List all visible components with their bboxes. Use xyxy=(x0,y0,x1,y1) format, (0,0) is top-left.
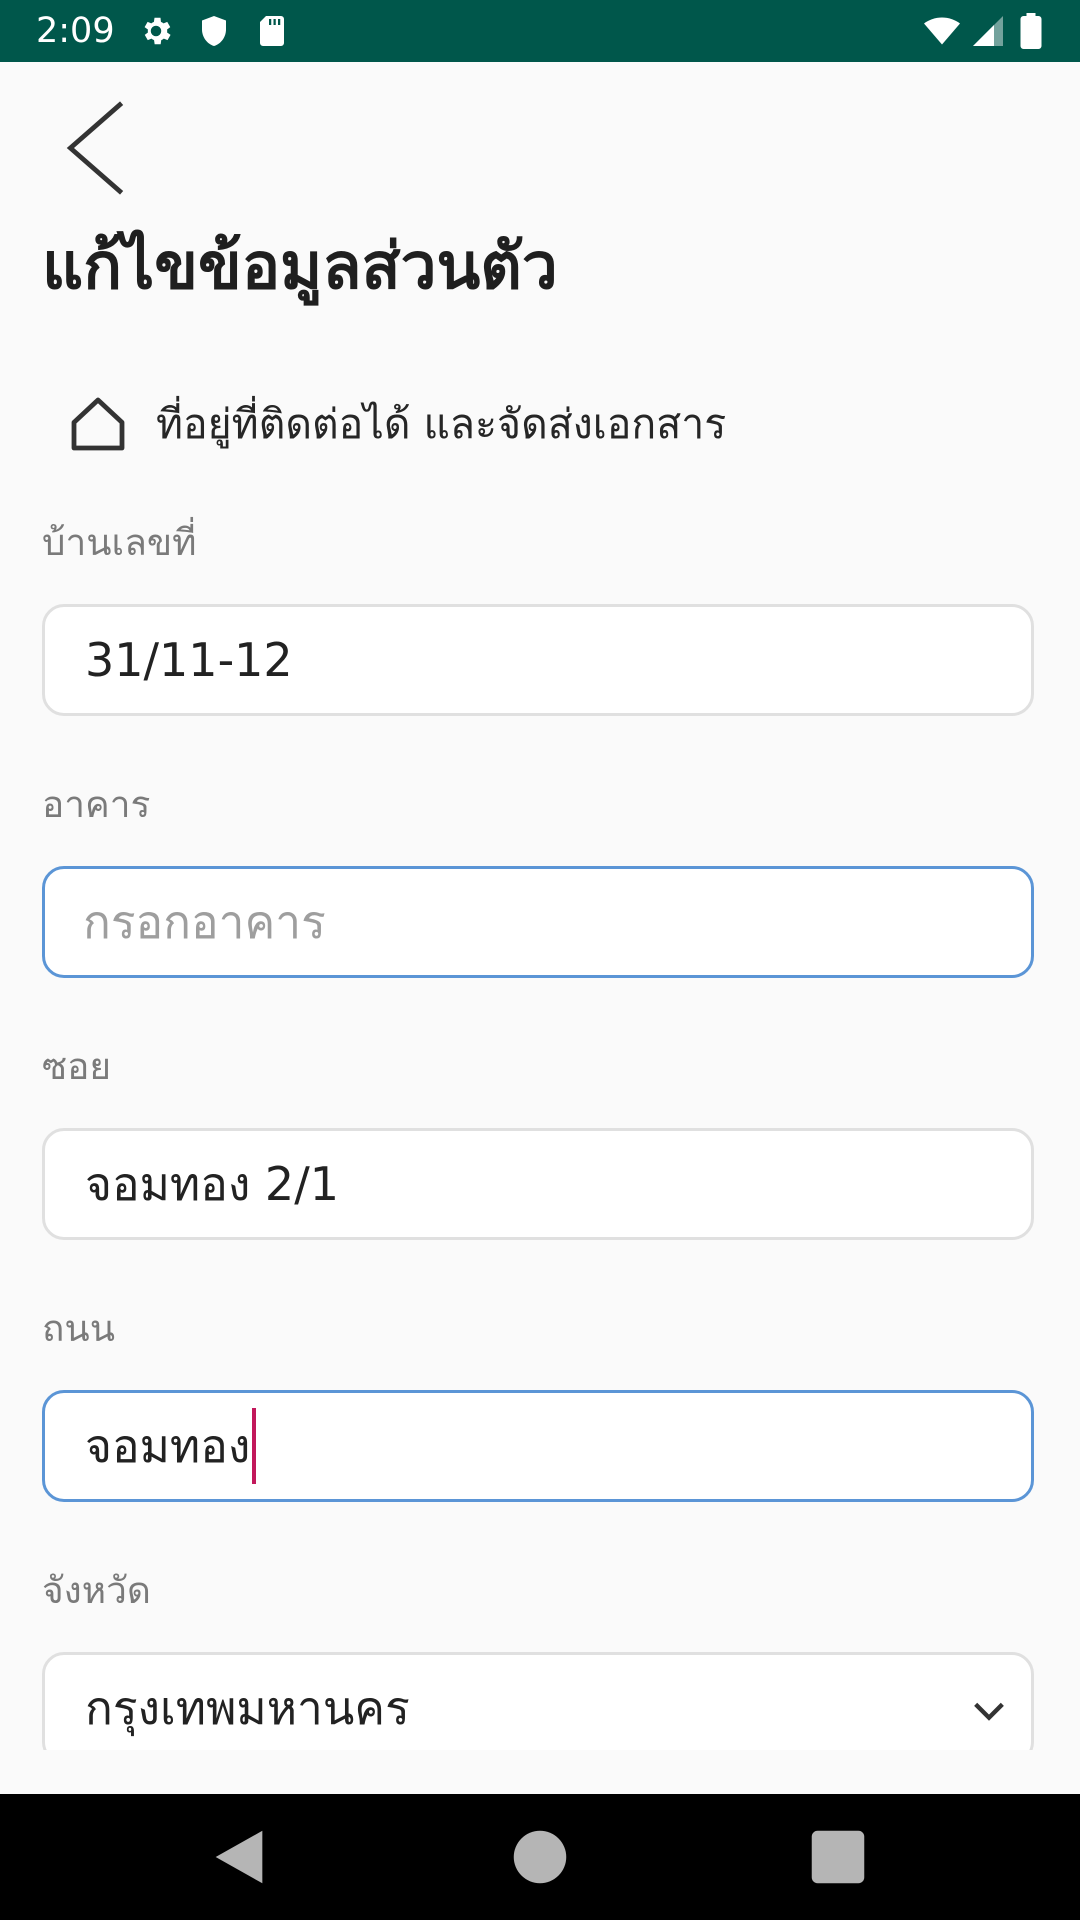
wifi-icon xyxy=(920,13,964,49)
building-field[interactable] xyxy=(42,866,1034,978)
soi-field[interactable]: จอมทอง 2/1 xyxy=(42,1128,1034,1240)
building-input[interactable] xyxy=(83,869,993,975)
cell-signal-icon xyxy=(970,13,1006,49)
home-circle-icon[interactable] xyxy=(505,1822,575,1892)
road-value-wrap: จอมทอง xyxy=(85,1393,257,1499)
road-label: ถนน xyxy=(42,1307,115,1350)
house-number-field[interactable]: 31/11-12 xyxy=(42,604,1034,716)
road-field[interactable]: จอมทอง xyxy=(42,1390,1034,1502)
back-button[interactable] xyxy=(58,100,134,196)
sd-card-icon xyxy=(254,13,290,49)
content-area: แก้ไขข้อมูลส่วนตัว ที่อยู่ที่ติดต่อได้ แ… xyxy=(0,62,1080,1750)
house-number-value: 31/11-12 xyxy=(85,633,293,687)
section-title: ที่อยู่ที่ติดต่อได้ และจัดส่งเอกสาร xyxy=(156,399,727,448)
text-caret xyxy=(252,1408,257,1484)
province-dropdown[interactable]: กรุงเทพมหานคร xyxy=(42,1652,1034,1750)
home-icon xyxy=(66,392,130,456)
house-number-label: บ้านเลขที่ xyxy=(42,521,197,564)
road-value: จอมทอง xyxy=(85,1419,251,1473)
chevron-left-icon xyxy=(66,101,124,195)
soi-label: ซอย xyxy=(42,1045,112,1088)
section-header: ที่อยู่ที่ติดต่อได้ และจัดส่งเอกสาร xyxy=(66,384,726,464)
shield-icon xyxy=(196,13,232,49)
building-label: อาคาร xyxy=(42,783,151,826)
gear-icon xyxy=(138,13,174,49)
screen: 2:09 แก้ไขข้อมูลส่วนตัว ที่อยู่ที่ติดต่อ… xyxy=(0,0,1080,1920)
back-triangle-icon[interactable] xyxy=(204,1822,274,1892)
province-label: จังหวัด xyxy=(42,1569,151,1612)
province-value: กรุงเทพมหานคร xyxy=(85,1681,410,1735)
status-time: 2:09 xyxy=(36,11,115,51)
recents-square-icon[interactable] xyxy=(803,1822,873,1892)
chevron-down-icon xyxy=(969,1691,1009,1731)
page-title: แก้ไขข้อมูลส่วนตัว xyxy=(42,230,558,304)
status-bar: 2:09 xyxy=(0,0,1080,62)
soi-value: จอมทอง 2/1 xyxy=(85,1157,339,1211)
battery-icon xyxy=(1014,13,1048,49)
navigation-bar xyxy=(0,1794,1080,1920)
